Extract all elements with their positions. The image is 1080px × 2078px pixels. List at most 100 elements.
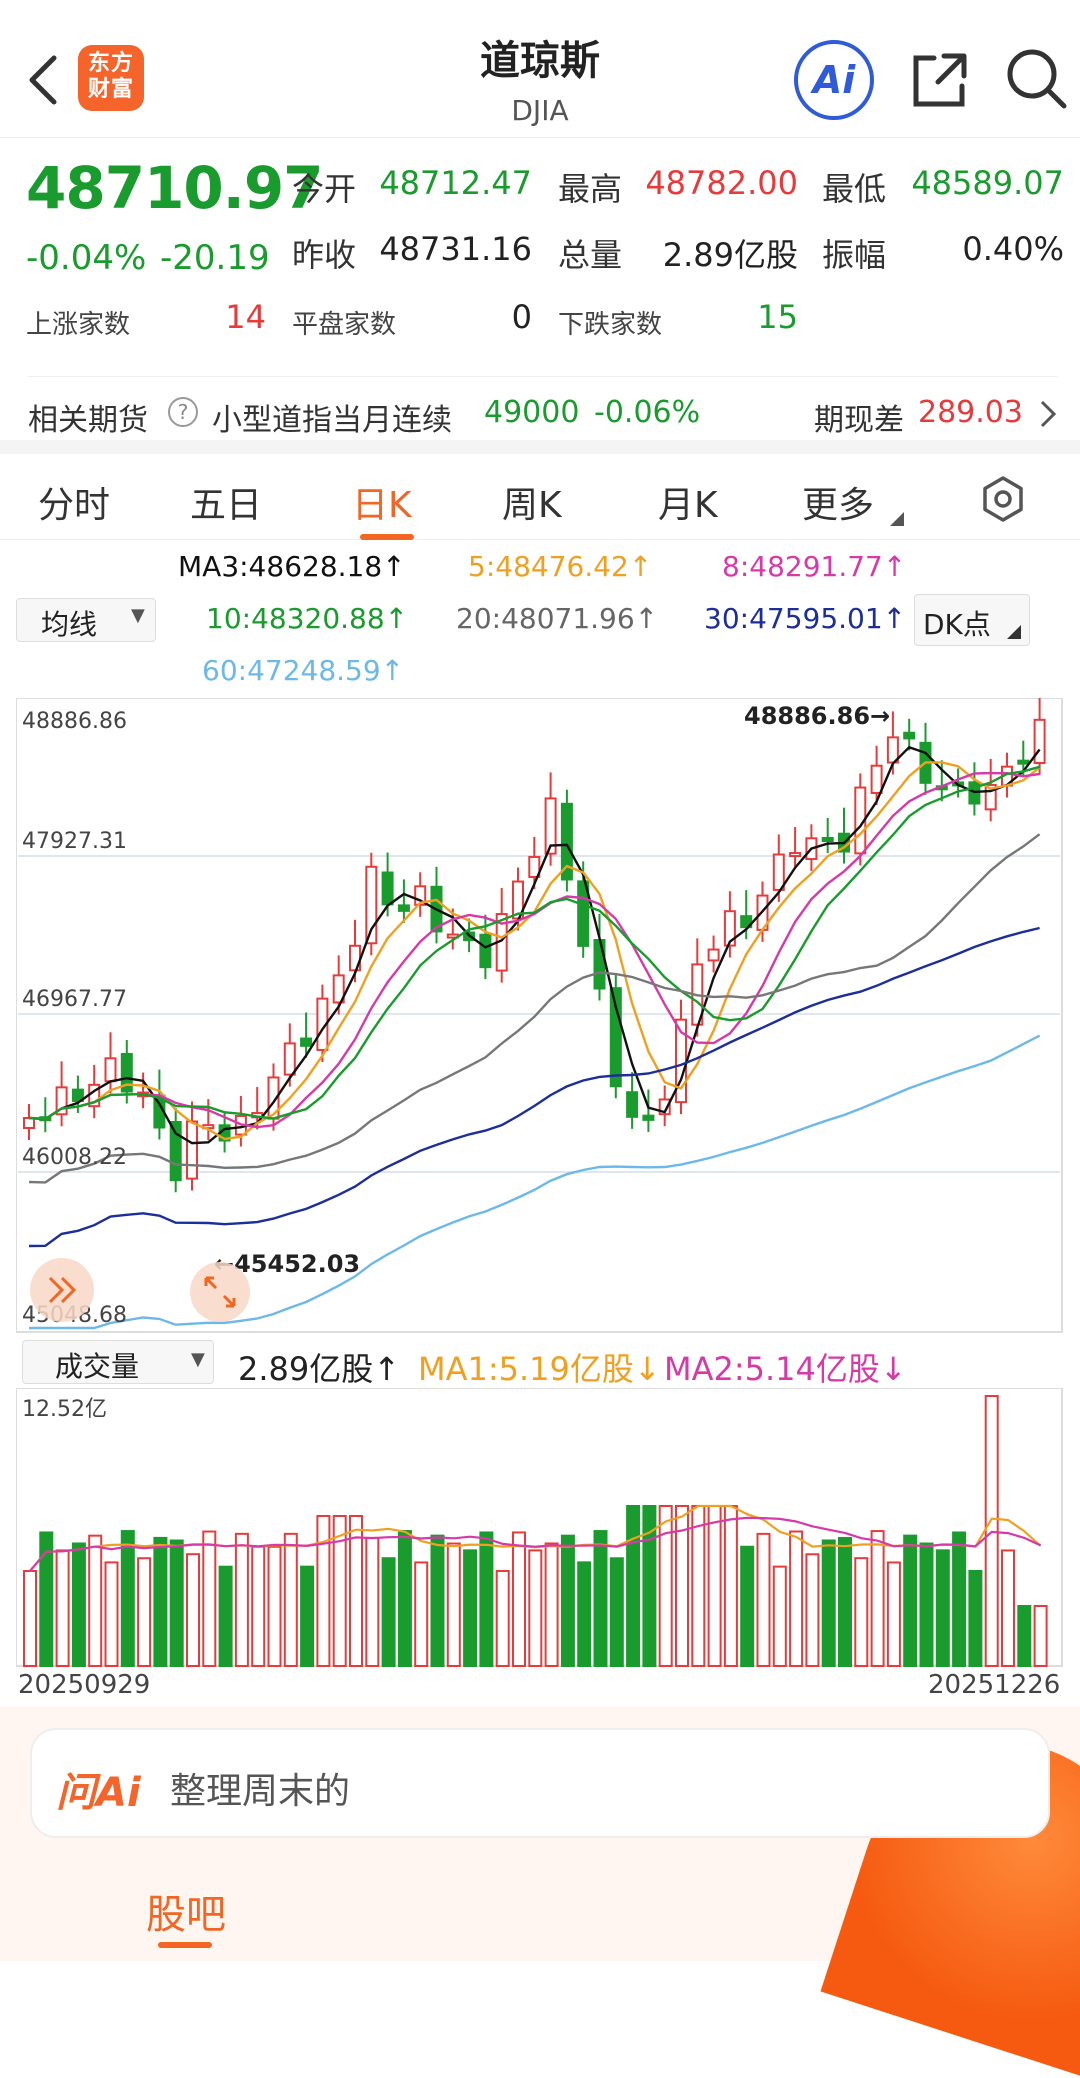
volume-bar <box>153 1536 168 1667</box>
ma8-value: 8:48291.77↑ <box>722 550 907 583</box>
volume-current: 2.89亿股↑ <box>238 1350 401 1388</box>
futures-pct: -0.06% <box>594 395 701 430</box>
low-value: 48589.07 <box>911 164 1064 202</box>
change-percent: -0.04% <box>26 238 147 278</box>
search-icon[interactable] <box>1004 46 1070 112</box>
top-bar: 东方财富 道琼斯 DJIA Ai <box>0 0 1080 138</box>
tab-guba[interactable]: 股吧 <box>146 1882 226 1940</box>
ai-ask-text: 整理周末的 <box>170 1771 351 1812</box>
indicator-selector-label: 成交量 <box>55 1350 140 1383</box>
dropdown-arrow-icon: ▼ <box>191 1349 205 1370</box>
volume-bar <box>202 1530 217 1667</box>
tab-more[interactable]: 更多 <box>802 476 874 528</box>
up-count: 14 <box>225 298 266 336</box>
futures-row[interactable]: 相关期货 ? 小型道指当月连续 49000 -0.06% 期现差 289.03 <box>28 376 1058 438</box>
volume-bar <box>283 1532 298 1667</box>
open-label: 今开 <box>292 170 357 208</box>
volume-bar <box>560 1534 575 1667</box>
expand-chart-icon[interactable] <box>30 1258 94 1322</box>
volume-bar <box>316 1515 331 1667</box>
open-value: 48712.47 <box>379 164 532 202</box>
volume-ma1: MA1:5.19亿股↓ <box>418 1350 661 1388</box>
candle-body <box>300 1037 313 1047</box>
volume-bar <box>234 1532 249 1667</box>
kline-chart[interactable]: 48886.86 47927.31 46967.77 46008.22 4504… <box>16 698 1064 1334</box>
volume-bar <box>397 1530 412 1667</box>
indicator-selector[interactable]: 成交量 ▼ <box>22 1340 214 1384</box>
ma3-value: MA3:48628.18↑ <box>178 550 406 583</box>
volume-bar <box>414 1561 429 1667</box>
volume-bar <box>88 1534 103 1667</box>
volume-label: 总量 <box>558 236 623 274</box>
ma30-value: 30:47595.01↑ <box>704 602 907 635</box>
y-axis-label-2: 47927.31 <box>22 829 127 854</box>
y-axis-label-1: 48886.86 <box>22 709 127 734</box>
y-axis-label-3: 46967.77 <box>22 987 127 1012</box>
candle-body <box>104 1057 117 1083</box>
volume-bar <box>919 1542 934 1667</box>
candle-body <box>1033 718 1046 764</box>
volume-bar <box>1033 1605 1048 1667</box>
tab-intraday[interactable]: 分时 <box>38 476 110 528</box>
volume-bar <box>886 1561 901 1667</box>
ai-assistant-icon[interactable]: Ai <box>794 40 874 120</box>
volume-bar <box>789 1530 804 1667</box>
max-price-marker: 48886.86→ <box>744 702 890 730</box>
volume-bar <box>854 1557 869 1667</box>
futures-label: 相关期货 <box>28 403 148 438</box>
volume-chart[interactable]: 12.52亿 <box>16 1388 1064 1668</box>
up-count-label: 上涨家数 <box>26 310 131 340</box>
tab-monthly-k[interactable]: 月K <box>658 476 718 528</box>
volume-bar <box>55 1549 70 1667</box>
share-icon[interactable] <box>908 48 972 112</box>
tab-daily-k[interactable]: 日K <box>352 476 412 528</box>
volume-bar <box>381 1557 396 1668</box>
help-icon[interactable]: ? <box>168 397 198 427</box>
tab-weekly-k[interactable]: 周K <box>502 476 562 528</box>
down-count: 15 <box>757 298 798 336</box>
tab-five-day[interactable]: 五日 <box>190 476 262 528</box>
volume-bar <box>805 1553 820 1668</box>
volume-bar <box>528 1549 543 1668</box>
more-triangle-icon <box>890 512 904 526</box>
candle-body <box>789 852 802 858</box>
dk-point-selector[interactable]: DK点 <box>914 594 1030 646</box>
volume-bar <box>104 1561 119 1667</box>
ma5-value: 5:48476.42↑ <box>468 550 653 583</box>
chevron-right-icon <box>1040 400 1057 428</box>
volume-bar <box>430 1534 445 1667</box>
volume-bar <box>723 1505 738 1667</box>
end-date: 20251226 <box>928 1670 1061 1700</box>
volume-bar <box>626 1505 641 1667</box>
ai-ask-box[interactable]: 问Ai 整理周末的 <box>30 1728 1050 1838</box>
high-label: 最高 <box>558 170 623 208</box>
flat-count-label: 平盘家数 <box>292 310 397 340</box>
candle-body <box>707 948 720 962</box>
ma20-value: 20:48071.96↑ <box>456 602 659 635</box>
volume-ma2: MA2:5.14亿股↓ <box>664 1350 907 1388</box>
basis-label: 期现差 <box>814 403 904 438</box>
y-axis-label-4: 46008.22 <box>22 1145 127 1170</box>
candle-body <box>479 933 492 969</box>
volume-bar <box>169 1539 184 1667</box>
candle-body <box>870 764 883 794</box>
ma-selector[interactable]: 均线 ▼ <box>16 598 156 642</box>
dropdown-arrow-icon: ▼ <box>131 605 145 626</box>
fullscreen-icon[interactable] <box>190 1262 250 1322</box>
candle-body <box>381 871 394 906</box>
volume-bar <box>821 1539 836 1667</box>
candle-body <box>283 1042 296 1076</box>
candle-body <box>397 904 410 912</box>
volume-bar <box>870 1530 885 1667</box>
amplitude-label: 振幅 <box>822 236 887 274</box>
ma10-value: 10:48320.88↑ <box>206 602 409 635</box>
volume-bar <box>577 1561 592 1667</box>
gear-icon[interactable] <box>980 476 1026 522</box>
candle-body <box>903 731 916 740</box>
volume-bar <box>756 1532 771 1667</box>
change-value: -20.19 <box>160 238 270 278</box>
volume-bar <box>23 1570 37 1667</box>
active-tab-indicator <box>360 534 414 540</box>
volume-bar <box>707 1505 722 1667</box>
start-date: 20250929 <box>18 1670 151 1700</box>
